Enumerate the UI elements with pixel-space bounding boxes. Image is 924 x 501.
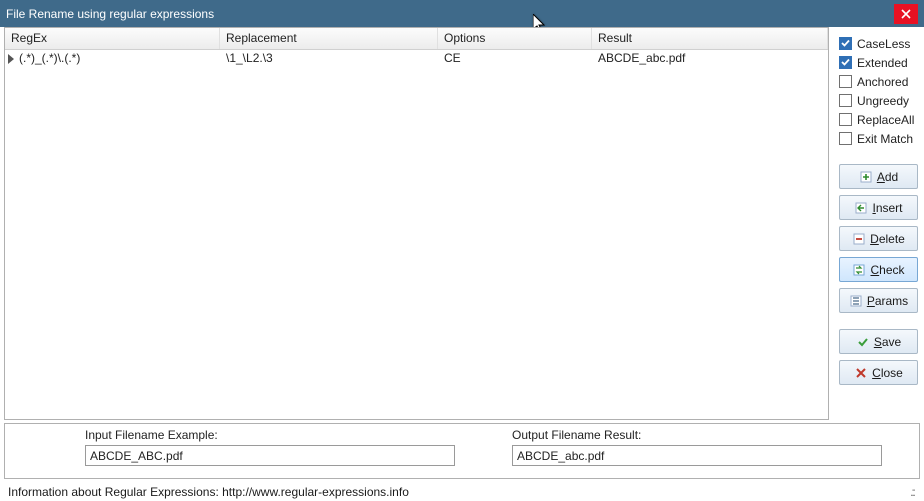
checkbox-extended[interactable]: Extended: [839, 53, 918, 72]
table-row[interactable]: (.*)_(.*)\.(.*) \1_\L2.\3 CE ABCDE_abc.p…: [5, 50, 828, 68]
cell-regex: (.*)_(.*)\.(.*): [5, 51, 220, 68]
checkbox-exitmatch-box: [839, 132, 852, 145]
add-button[interactable]: Add: [839, 164, 918, 189]
x-icon: [854, 366, 868, 380]
save-button[interactable]: Save: [839, 329, 918, 354]
column-headers: RegEx Replacement Options Result: [5, 28, 828, 50]
col-header-regex[interactable]: RegEx: [5, 28, 220, 49]
checkbox-caseless-box: [839, 37, 852, 50]
checkbox-caseless[interactable]: CaseLess: [839, 34, 918, 53]
close-window-button[interactable]: [894, 4, 918, 24]
params-button[interactable]: Params: [839, 288, 918, 313]
rules-table: RegEx Replacement Options Result (.*)_(.…: [4, 27, 829, 420]
side-panel: CaseLess Extended Anchored Ungreedy Repl…: [837, 27, 920, 444]
checkbox-ungreedy[interactable]: Ungreedy: [839, 91, 918, 110]
output-result-label: Output Filename Result:: [512, 428, 909, 442]
close-button[interactable]: Close: [839, 360, 918, 385]
checkbox-replaceall[interactable]: ReplaceAll: [839, 110, 918, 129]
insert-icon: [854, 201, 868, 215]
delete-button[interactable]: Delete: [839, 226, 918, 251]
col-header-result[interactable]: Result: [592, 28, 828, 49]
titlebar: File Rename using regular expressions: [0, 0, 924, 27]
input-example-field[interactable]: [85, 445, 455, 466]
checkbox-replaceall-box: [839, 113, 852, 126]
check-icon: [856, 335, 870, 349]
status-bar: Information about Regular Expressions: h…: [0, 479, 924, 501]
params-icon: [849, 294, 863, 308]
window-title: File Rename using regular expressions: [6, 7, 214, 21]
checkbox-exitmatch-label: Exit Match: [857, 132, 913, 146]
checkbox-extended-label: Extended: [857, 56, 908, 70]
cell-result: ABCDE_abc.pdf: [592, 51, 828, 68]
input-example-label: Input Filename Example:: [85, 428, 482, 442]
resize-grip-icon[interactable]: .::: [910, 485, 916, 499]
checkbox-anchored-label: Anchored: [857, 75, 908, 89]
plus-icon: [859, 170, 873, 184]
cell-options: CE: [438, 51, 592, 68]
col-header-replacement[interactable]: Replacement: [220, 28, 438, 49]
check-button[interactable]: Check: [839, 257, 918, 282]
checkbox-caseless-label: CaseLess: [857, 37, 910, 51]
status-text: Information about Regular Expressions: h…: [8, 485, 409, 499]
checkbox-anchored-box: [839, 75, 852, 88]
cell-regex-text: (.*)_(.*)\.(.*): [19, 51, 80, 65]
checkbox-anchored[interactable]: Anchored: [839, 72, 918, 91]
check-arrows-icon: [852, 263, 866, 277]
example-panel: Input Filename Example: Output Filename …: [4, 423, 920, 479]
cell-replacement: \1_\L2.\3: [220, 51, 438, 68]
checkbox-replaceall-label: ReplaceAll: [857, 113, 914, 127]
minus-icon: [852, 232, 866, 246]
checkbox-ungreedy-label: Ungreedy: [857, 94, 909, 108]
output-result-field[interactable]: [512, 445, 882, 466]
checkbox-exitmatch[interactable]: Exit Match: [839, 129, 918, 148]
col-header-options[interactable]: Options: [438, 28, 592, 49]
insert-button[interactable]: Insert: [839, 195, 918, 220]
checkbox-extended-box: [839, 56, 852, 69]
checkbox-ungreedy-box: [839, 94, 852, 107]
